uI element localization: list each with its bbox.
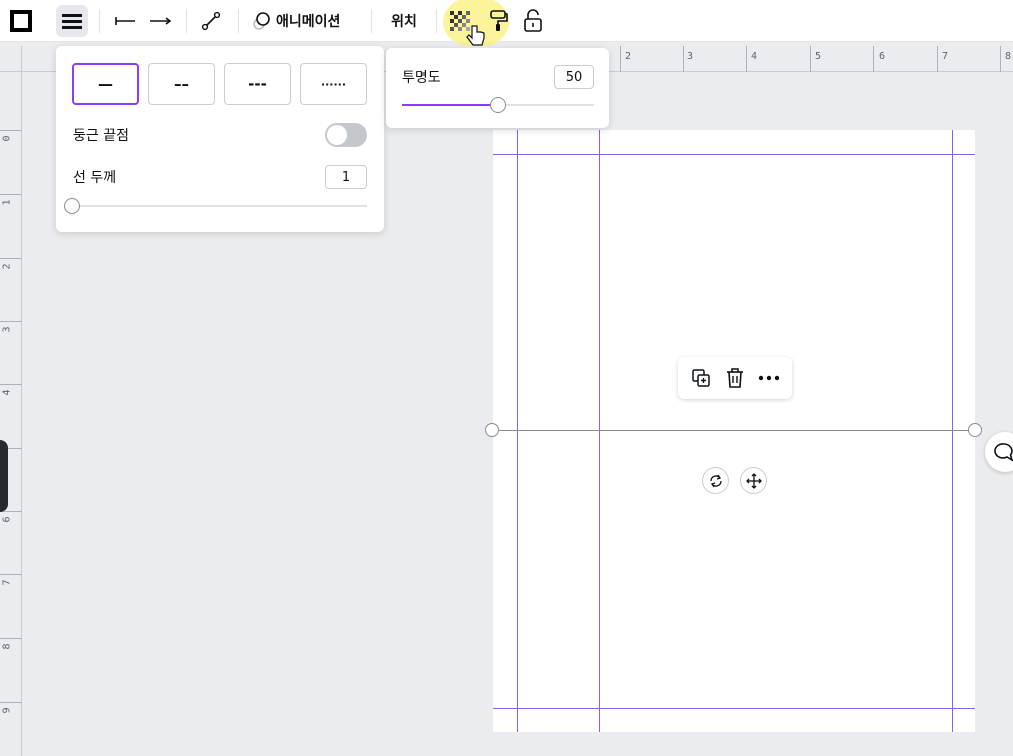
editor-toolbar: 애니메이션 위치 bbox=[0, 0, 1013, 48]
horizontal-line[interactable] bbox=[493, 708, 975, 709]
line-end-handle[interactable] bbox=[968, 423, 982, 437]
duplicate-icon bbox=[692, 369, 710, 387]
comment-icon bbox=[994, 443, 1013, 462]
rotate-icon bbox=[709, 474, 722, 487]
delete-button[interactable] bbox=[721, 364, 749, 392]
ruler-top-label: 4 bbox=[751, 51, 758, 62]
line-color-button[interactable] bbox=[6, 5, 36, 37]
design-page[interactable] bbox=[493, 130, 975, 732]
transparency-input[interactable]: 50 bbox=[554, 65, 594, 89]
position-label: 위치 bbox=[391, 14, 417, 30]
add-comment-button[interactable] bbox=[985, 432, 1013, 472]
position-button[interactable]: 위치 bbox=[384, 5, 424, 37]
ruler-left-label: 1 bbox=[1, 199, 13, 206]
long-dash-option[interactable]: –– bbox=[148, 63, 215, 105]
ruler-top-label: 7 bbox=[942, 51, 949, 62]
ruler-left-label: 2 bbox=[1, 263, 13, 270]
line-type-icon bbox=[201, 11, 221, 31]
ruler-corner bbox=[0, 46, 22, 72]
ruler-top-label: 2 bbox=[625, 51, 632, 62]
paint-roller-icon bbox=[490, 10, 508, 31]
rotate-button[interactable] bbox=[702, 467, 729, 494]
transparency-slider-knob[interactable] bbox=[490, 97, 506, 113]
vertical-line[interactable] bbox=[952, 130, 953, 732]
ruler-top-label: 5 bbox=[815, 51, 822, 62]
ruler-left-label: 0 bbox=[1, 135, 13, 142]
ruler-left-label: 7 bbox=[1, 579, 13, 586]
line-start-handle[interactable] bbox=[485, 423, 499, 437]
line-color-icon bbox=[10, 10, 32, 32]
short-dash-option[interactable]: --- bbox=[224, 63, 291, 105]
unlock-icon bbox=[524, 9, 542, 32]
more-dots-icon bbox=[758, 375, 780, 381]
ruler-left-label: 9 bbox=[1, 707, 13, 714]
ruler-left-label: 8 bbox=[1, 643, 13, 650]
duplicate-button[interactable] bbox=[687, 364, 715, 392]
horizontal-line[interactable] bbox=[493, 154, 975, 155]
element-context-toolbar bbox=[678, 357, 792, 399]
vertical-line[interactable] bbox=[517, 130, 518, 732]
line-style-button[interactable] bbox=[56, 5, 88, 37]
line-end-icon bbox=[150, 17, 172, 25]
move-icon bbox=[745, 472, 762, 489]
trash-icon bbox=[727, 368, 743, 388]
solid-line-option[interactable]: — bbox=[72, 63, 139, 105]
thickness-slider[interactable] bbox=[72, 205, 367, 207]
thickness-input[interactable]: 1 bbox=[325, 165, 367, 189]
line-start-button[interactable] bbox=[110, 5, 140, 37]
selected-line[interactable] bbox=[492, 430, 976, 431]
ruler-top-label: 8 bbox=[1005, 51, 1012, 62]
ruler-left-label: 6 bbox=[1, 516, 13, 523]
copy-style-button[interactable] bbox=[484, 5, 512, 37]
ruler-top-label: 6 bbox=[879, 51, 886, 62]
lock-button[interactable] bbox=[519, 5, 547, 37]
thickness-label: 선 두께 bbox=[73, 170, 117, 186]
vertical-line[interactable] bbox=[599, 130, 600, 732]
transparency-slider-fill bbox=[402, 104, 498, 106]
line-weight-icon bbox=[62, 14, 82, 29]
ruler-left-label: 3 bbox=[1, 326, 13, 333]
line-style-panel: — –– --- ······ 둥근 끝점 선 두께 1 bbox=[56, 46, 384, 232]
rounded-ends-label: 둥근 끝점 bbox=[73, 128, 129, 144]
dotted-option[interactable]: ······ bbox=[300, 63, 367, 105]
hand-cursor-icon bbox=[466, 25, 485, 46]
line-start-icon bbox=[115, 17, 135, 25]
line-end-button[interactable] bbox=[145, 5, 175, 37]
ruler-left-label: 4 bbox=[1, 389, 13, 396]
transparency-label: 투명도 bbox=[402, 70, 441, 86]
toggle-knob bbox=[327, 125, 347, 145]
animate-button[interactable]: 애니메이션 bbox=[250, 5, 358, 37]
animate-label: 애니메이션 bbox=[276, 14, 341, 30]
transparency-panel: 투명도 50 bbox=[386, 48, 609, 128]
thickness-slider-knob[interactable] bbox=[64, 198, 80, 214]
move-button[interactable] bbox=[740, 467, 767, 494]
rounded-ends-toggle[interactable] bbox=[325, 123, 367, 147]
ruler-top-label: 3 bbox=[687, 51, 694, 62]
animate-icon bbox=[253, 12, 270, 30]
more-options-button[interactable] bbox=[755, 364, 783, 392]
hide-panel-tab[interactable] bbox=[0, 440, 8, 512]
line-type-button[interactable] bbox=[196, 5, 226, 37]
